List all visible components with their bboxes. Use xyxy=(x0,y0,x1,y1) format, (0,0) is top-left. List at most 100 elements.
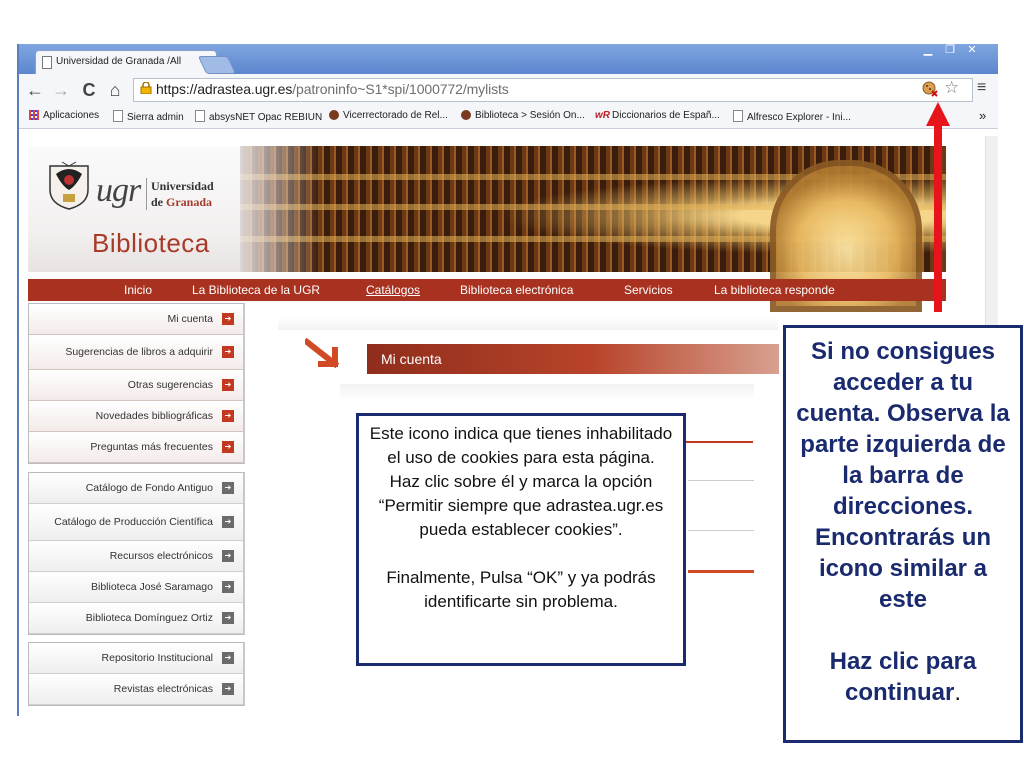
help-callout[interactable]: Si no consigues acceder a tu cuenta. Obs… xyxy=(783,325,1023,743)
page-icon xyxy=(733,110,743,122)
heading-text: Mi cuenta xyxy=(381,351,442,367)
red-pointer-arrow xyxy=(926,102,950,312)
cookie-instructions-callout: Este icono indica que tienes inhabilitad… xyxy=(356,413,686,666)
sidebar-item-novedades[interactable]: Novedades bibliográficas ➔ xyxy=(29,401,243,432)
nav-biblioteca-electronica[interactable]: Biblioteca electrónica xyxy=(460,283,573,297)
reload-icon[interactable]: C xyxy=(79,80,99,100)
page-icon xyxy=(113,110,123,122)
bookmark-star-icon[interactable]: ☆ xyxy=(944,78,959,98)
back-arrow-icon[interactable]: ← xyxy=(25,80,45,100)
forward-arrow-icon[interactable]: → xyxy=(51,80,71,100)
bookmark-vicerrectorado[interactable]: Vicerrectorado de Rel... xyxy=(329,110,448,121)
callout-period: . xyxy=(954,679,961,706)
sidebar-item-produccion-cientifica[interactable]: Catálogo de Producción Científica ➔ xyxy=(29,504,243,541)
arrow-right-icon: ➔ xyxy=(222,550,234,562)
logo-ugr-text: ugr xyxy=(96,172,141,209)
bookmark-label: Diccionarios de Españ... xyxy=(612,110,720,121)
address-bar[interactable]: https://adrastea.ugr.es/patroninfo~S1*sp… xyxy=(133,78,973,102)
blocked-cookie-icon[interactable] xyxy=(922,81,938,97)
sidebar-item-jose-saramago[interactable]: Biblioteca José Saramago ➔ xyxy=(29,572,243,603)
bookmarks-overflow-icon[interactable]: » xyxy=(979,108,986,123)
mi-cuenta-heading: Mi cuenta xyxy=(367,344,779,374)
sidebar-item-label: Recursos electrónicos xyxy=(109,550,213,562)
arrow-right-icon: ➔ xyxy=(222,482,234,494)
arrow-right-icon: ➔ xyxy=(222,410,234,422)
sidebar-item-dominguez-ortiz[interactable]: Biblioteca Domínguez Ortiz ➔ xyxy=(29,603,243,634)
url-text[interactable]: https://adrastea.ugr.es/patroninfo~S1*sp… xyxy=(156,81,509,97)
nav-catalogos[interactable]: Catálogos xyxy=(366,283,420,297)
content-band xyxy=(340,384,754,400)
apps-icon xyxy=(29,110,39,120)
close-window-icon[interactable]: ✕ xyxy=(961,44,983,58)
bookmark-alfresco[interactable]: Alfresco Explorer - Ini... xyxy=(733,110,851,123)
page-icon xyxy=(195,110,205,122)
sidebar-item-label: Repositorio Institucional xyxy=(101,652,213,664)
sidebar-item-otras-sugerencias[interactable]: Otras sugerencias ➔ xyxy=(29,370,243,401)
sidebar-item-revistas[interactable]: Revistas electrónicas ➔ xyxy=(29,674,243,705)
minimize-icon[interactable]: ▁ xyxy=(917,44,939,58)
bookmark-sierra-admin[interactable]: Sierra admin xyxy=(113,110,184,123)
sidebar-item-label: Catálogo de Producción Científica xyxy=(54,516,213,528)
logo-university-name: Universidad de Granada xyxy=(146,178,214,210)
sidebar-group-account: Mi cuenta ➔ Sugerencias de libros a adqui… xyxy=(28,303,245,464)
logo-line1: Universidad xyxy=(151,179,214,193)
callout-text: Si no consigues acceder a tu cuenta. Obs… xyxy=(796,338,1010,613)
bookmark-absysnet[interactable]: absysNET Opac REBIUN xyxy=(195,110,322,123)
sidebar-item-preguntas[interactable]: Preguntas más frecuentes ➔ xyxy=(29,432,243,463)
menu-icon[interactable]: ≡ xyxy=(977,79,986,97)
sidebar-item-sugerencias-libros[interactable]: Sugerencias de libros a adquirir ➔ xyxy=(29,335,243,370)
biblioteca-title: Biblioteca xyxy=(92,228,210,258)
window-controls: ▁ ❐ ✕ xyxy=(917,44,983,58)
content-top-shade xyxy=(278,318,778,330)
bookmark-label: Vicerrectorado de Rel... xyxy=(343,110,448,121)
sidebar-item-recursos-electronicos[interactable]: Recursos electrónicos ➔ xyxy=(29,541,243,572)
content-divider xyxy=(680,441,753,443)
content-row-divider xyxy=(688,480,754,481)
sidebar-item-label: Novedades bibliográficas xyxy=(95,410,213,422)
arrow-right-icon: ➔ xyxy=(222,346,234,358)
maximize-icon[interactable]: ❐ xyxy=(939,44,961,58)
sidebar-item-label: Biblioteca José Saramago xyxy=(91,581,213,593)
arrow-right-icon: ➔ xyxy=(222,441,234,453)
bookmark-biblioteca-sesion[interactable]: Biblioteca > Sesión On... xyxy=(461,110,585,121)
sidebar-item-mi-cuenta[interactable]: Mi cuenta ➔ xyxy=(29,304,243,335)
bookmark-aplicaciones[interactable]: Aplicaciones xyxy=(29,110,99,121)
sidebar-item-fondo-antiguo[interactable]: Catálogo de Fondo Antiguo ➔ xyxy=(29,473,243,504)
arrow-right-icon: ➔ xyxy=(222,313,234,325)
crest-icon xyxy=(49,161,89,210)
home-icon[interactable]: ⌂ xyxy=(105,80,125,100)
nav-inicio[interactable]: Inicio xyxy=(124,283,152,297)
sidebar-item-repositorio[interactable]: Repositorio Institucional ➔ xyxy=(29,643,243,674)
sidebar-item-label: Sugerencias de libros a adquirir xyxy=(65,346,213,358)
ugr-logo[interactable]: ugr Universidad de Granada Biblioteca xyxy=(28,146,240,272)
nav-servicios[interactable]: Servicios xyxy=(624,283,673,297)
bookmark-label: Biblioteca > Sesión On... xyxy=(475,110,585,121)
section-arrow-icon xyxy=(305,338,340,369)
sidebar-item-label: Catálogo de Fondo Antiguo xyxy=(85,482,213,494)
crest-icon xyxy=(461,110,471,120)
bookmarks-bar: Aplicaciones Sierra admin absysNET Opac … xyxy=(19,106,998,129)
browser-tab[interactable]: Universidad de Granada /All × xyxy=(35,50,217,75)
bookmark-label: Sierra admin xyxy=(127,112,184,123)
url-path: /patroninfo~S1*spi/1000772/mylists xyxy=(292,81,509,97)
arrow-right-icon: ➔ xyxy=(222,581,234,593)
sidebar-item-label: Biblioteca Domínguez Ortiz xyxy=(85,612,213,624)
site-nav-bar: Inicio La Biblioteca de la UGR Catálogos… xyxy=(28,279,946,301)
sidebar-item-label: Revistas electrónicas xyxy=(113,683,213,695)
crest-icon xyxy=(329,110,339,120)
nav-la-biblioteca[interactable]: La Biblioteca de la UGR xyxy=(192,283,320,297)
site-header: ugr Universidad de Granada Biblioteca xyxy=(28,146,946,312)
lock-icon xyxy=(140,82,152,94)
arrow-right-icon: ➔ xyxy=(222,612,234,624)
content-row-divider xyxy=(688,530,754,531)
title-bar: Universidad de Granada /All × ▁❐✕ xyxy=(19,44,998,75)
bookmark-label: Alfresco Explorer - Ini... xyxy=(747,112,851,123)
content-bottom-line xyxy=(688,570,754,573)
callout-text: Este icono indica que tienes inhabilitad… xyxy=(369,424,673,467)
bookmark-diccionarios[interactable]: wR Diccionarios de Españ... xyxy=(595,110,720,121)
logo-line2-granada: Granada xyxy=(166,195,213,209)
sidebar-group-repositories: Repositorio Institucional ➔ Revistas elec… xyxy=(28,642,245,706)
nav-biblioteca-responde[interactable]: La biblioteca responde xyxy=(714,283,835,297)
url-host: https://adrastea.ugr.es xyxy=(156,81,293,97)
callout-text: Haz clic sobre él y marca la opción “Per… xyxy=(378,472,664,539)
